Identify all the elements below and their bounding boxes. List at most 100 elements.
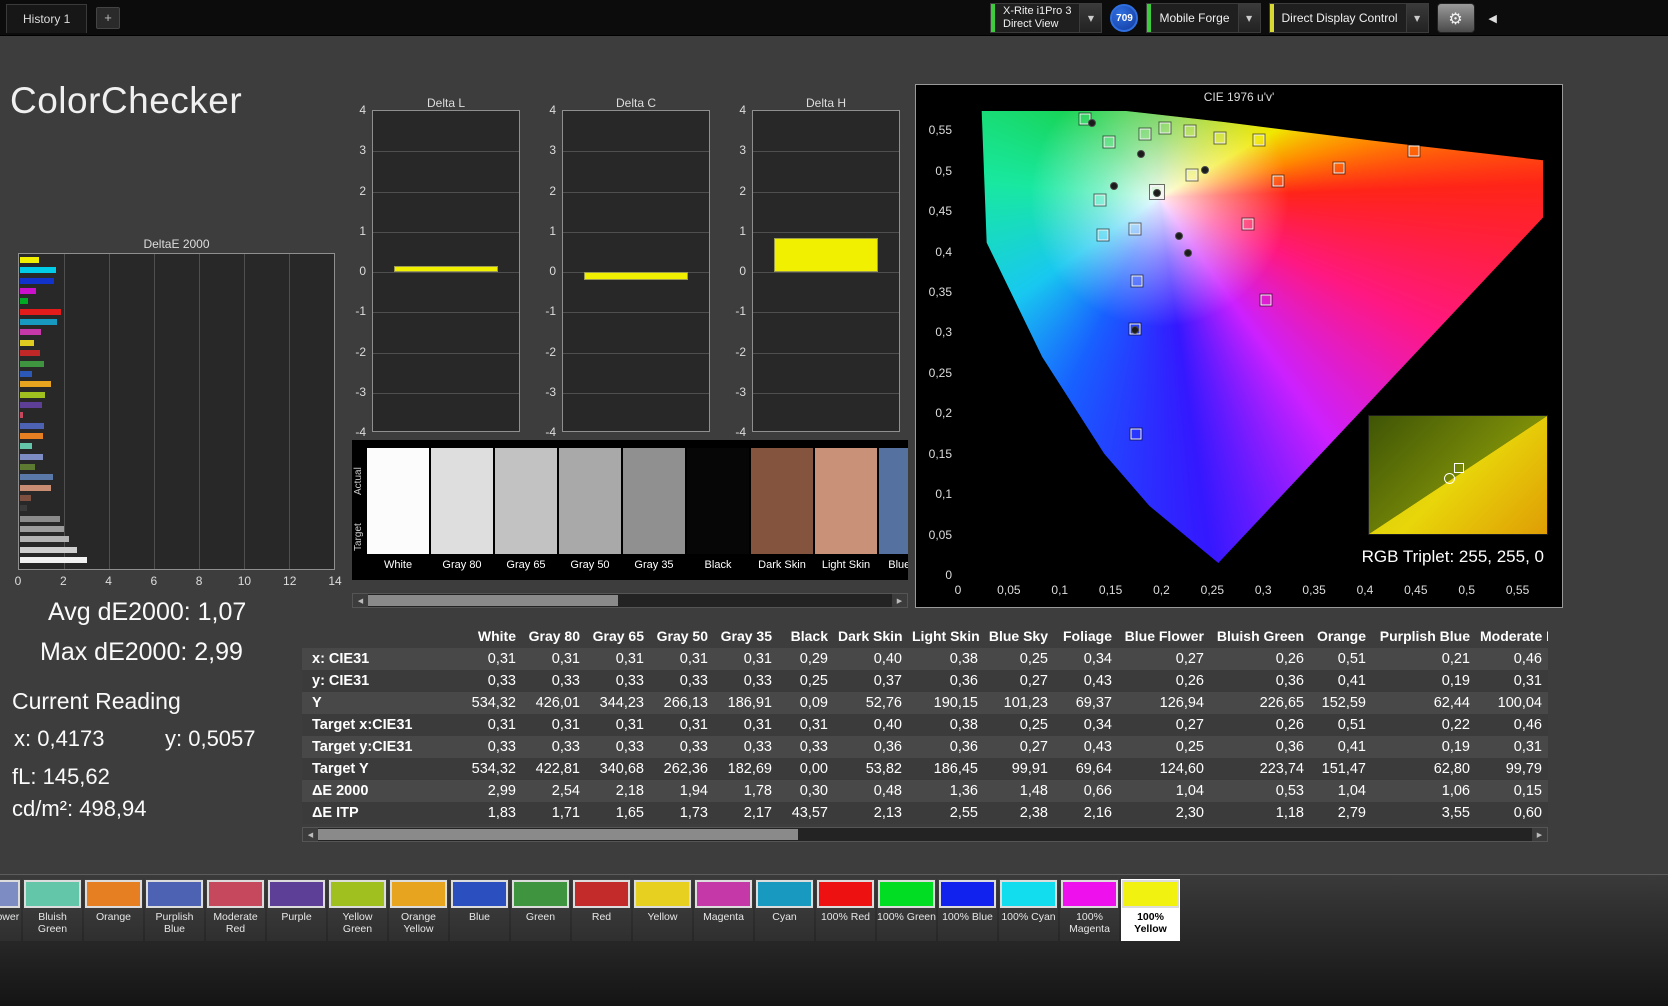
- table-cell: 2,38: [1019, 805, 1048, 821]
- scroll-right-icon[interactable]: ▶: [1532, 828, 1547, 841]
- table-cell: 0,40: [873, 651, 902, 667]
- meter-dropdown[interactable]: X-Rite i1Pro 3 Direct View ▼: [990, 3, 1103, 33]
- chevron-down-icon[interactable]: ▼: [1079, 4, 1102, 32]
- patch-button-label: 100% Red: [820, 911, 871, 923]
- patch-button-bluish-green[interactable]: Bluish Green: [23, 879, 82, 941]
- table-cell: 0,25: [799, 673, 828, 689]
- patch-button-row: Blue Flower Bluish Green Orange Purplish Bl…: [0, 879, 1180, 941]
- patch-button-100-magenta[interactable]: 100% Magenta: [1060, 879, 1119, 941]
- patch-label: Gray 65: [506, 559, 546, 571]
- patch-button-moderate-red[interactable]: Moderate Red: [206, 879, 265, 941]
- table-cell: 0,36: [873, 739, 902, 755]
- table-cell: 0,43: [1083, 739, 1112, 755]
- patch-button-green[interactable]: Green: [511, 879, 570, 941]
- table-col-header: Blue Sky: [988, 628, 1048, 644]
- table-cell: 1,94: [679, 783, 708, 799]
- deltae-xtick: 0: [14, 574, 22, 588]
- patch-button-yellow-green[interactable]: Yellow Green: [328, 879, 387, 941]
- collapse-panel-icon[interactable]: ◀: [1483, 3, 1503, 33]
- add-tab-button[interactable]: +: [96, 7, 120, 29]
- deltae-bar: [20, 526, 64, 533]
- chevron-down-icon[interactable]: ▼: [1405, 4, 1428, 32]
- scroll-left-icon[interactable]: ◀: [353, 594, 368, 607]
- patch-button-swatch: [634, 880, 691, 908]
- table-cell: 186,45: [933, 761, 978, 777]
- patch-cell: Black: [687, 448, 749, 578]
- table-scroll-thumb[interactable]: [318, 829, 798, 840]
- table-scrollbar[interactable]: ◀ ▶: [302, 827, 1548, 842]
- patch-button-label: Blue Flower: [0, 911, 20, 923]
- cie-measured-point: [1183, 248, 1192, 257]
- patch-button-orange[interactable]: Orange: [84, 879, 143, 941]
- table-cell: 0,31: [551, 717, 580, 733]
- table-cell: 0,41: [1337, 673, 1366, 689]
- patch-button-label: Blue: [468, 911, 490, 923]
- patch-button-100-blue[interactable]: 100% Blue: [938, 879, 997, 941]
- patch-button-red[interactable]: Red: [572, 879, 631, 941]
- cie-xtick: 0,1: [1051, 583, 1069, 597]
- deltae-bar: [20, 484, 51, 491]
- table-cell: 62,44: [1433, 695, 1470, 711]
- table-cell: 0,33: [679, 673, 708, 689]
- patch-button-yellow[interactable]: Yellow: [633, 879, 692, 941]
- patch-button-100-cyan[interactable]: 100% Cyan: [999, 879, 1058, 941]
- cie-target-point: [1094, 194, 1106, 206]
- source-dropdown[interactable]: Mobile Forge ▼: [1146, 3, 1261, 33]
- inset-measured-marker: [1443, 472, 1455, 484]
- delta-h-gridline: [753, 312, 899, 314]
- table-cell: 0,00: [799, 761, 828, 777]
- cie-ytick: 0,25: [928, 365, 952, 380]
- history-tab[interactable]: History 1: [6, 4, 88, 33]
- scroll-left-icon[interactable]: ◀: [303, 828, 318, 841]
- patch-button-orange-yellow[interactable]: Orange Yellow: [389, 879, 448, 941]
- patch-button-blue[interactable]: Blue: [450, 879, 509, 941]
- patch-strip: Actual Target White Gray 80 Gray 65 Gray 50…: [352, 440, 908, 580]
- patch-button-purple[interactable]: Purple: [267, 879, 326, 941]
- patch-scroll-thumb[interactable]: [368, 595, 618, 606]
- display-control-dropdown[interactable]: Direct Display Control ▼: [1268, 3, 1429, 33]
- table-cell: 0,25: [1019, 717, 1048, 733]
- table-cell: 0,27: [1019, 673, 1048, 689]
- table-cell: 186,91: [727, 695, 772, 711]
- patch-button-magenta[interactable]: Magenta: [694, 879, 753, 941]
- table-cell: 52,76: [865, 695, 902, 711]
- deltae-bar: [20, 339, 35, 346]
- table-cell: 0,33: [487, 739, 516, 755]
- patch-button-purplish-blue[interactable]: Purplish Blue: [145, 879, 204, 941]
- patch-button-cyan[interactable]: Cyan: [755, 879, 814, 941]
- cie-xtick: 0,25: [1200, 583, 1225, 597]
- delta-c-ytick: -2: [545, 344, 556, 359]
- table-cell: 1,04: [1337, 783, 1366, 799]
- settings-button[interactable]: ⚙: [1436, 3, 1475, 33]
- table-cell: 0,43: [1083, 673, 1112, 689]
- current-reading-label: Current Reading: [12, 688, 181, 714]
- patch-strip-scrollbar[interactable]: ◀ ▶: [352, 593, 908, 608]
- deltae-xtick: 12: [283, 574, 297, 588]
- cie-target-point: [1159, 122, 1171, 134]
- patch-button-100-yellow[interactable]: 100% Yellow: [1121, 879, 1180, 941]
- cie-ytick: 0,2: [935, 406, 952, 421]
- target-709-badge[interactable]: 709: [1110, 4, 1139, 32]
- patch-label: Black: [704, 559, 732, 571]
- delta-l-ytick: 4: [359, 103, 366, 117]
- patch-button-100-red[interactable]: 100% Red: [816, 879, 875, 941]
- deltae-gridline: [64, 254, 65, 569]
- table-cell: 0,33: [551, 739, 580, 755]
- avg-de2000-stat: Avg dE2000: 1,07: [48, 598, 247, 626]
- table-cell: 0,60: [1513, 805, 1542, 821]
- table-cell: 2,79: [1337, 805, 1366, 821]
- table-cell: 2,99: [487, 783, 516, 799]
- meter-mode: Direct View: [1003, 18, 1059, 30]
- deltae-bar: [20, 267, 56, 274]
- chevron-down-icon[interactable]: ▼: [1237, 4, 1260, 32]
- delta-h-ytick: -3: [735, 384, 746, 399]
- table-cell: 0,46: [1513, 717, 1542, 733]
- delta-l-title: Delta L: [426, 96, 466, 110]
- delta-l-ytick: -3: [355, 384, 366, 399]
- delta-l-gridline: [373, 191, 519, 193]
- scroll-right-icon[interactable]: ▶: [892, 594, 907, 607]
- patch-button-100-green[interactable]: 100% Green: [877, 879, 936, 941]
- deltae-bar: [20, 432, 44, 439]
- patch-button-blue-flower[interactable]: Blue Flower: [0, 879, 21, 941]
- inset-target-marker: [1454, 463, 1465, 474]
